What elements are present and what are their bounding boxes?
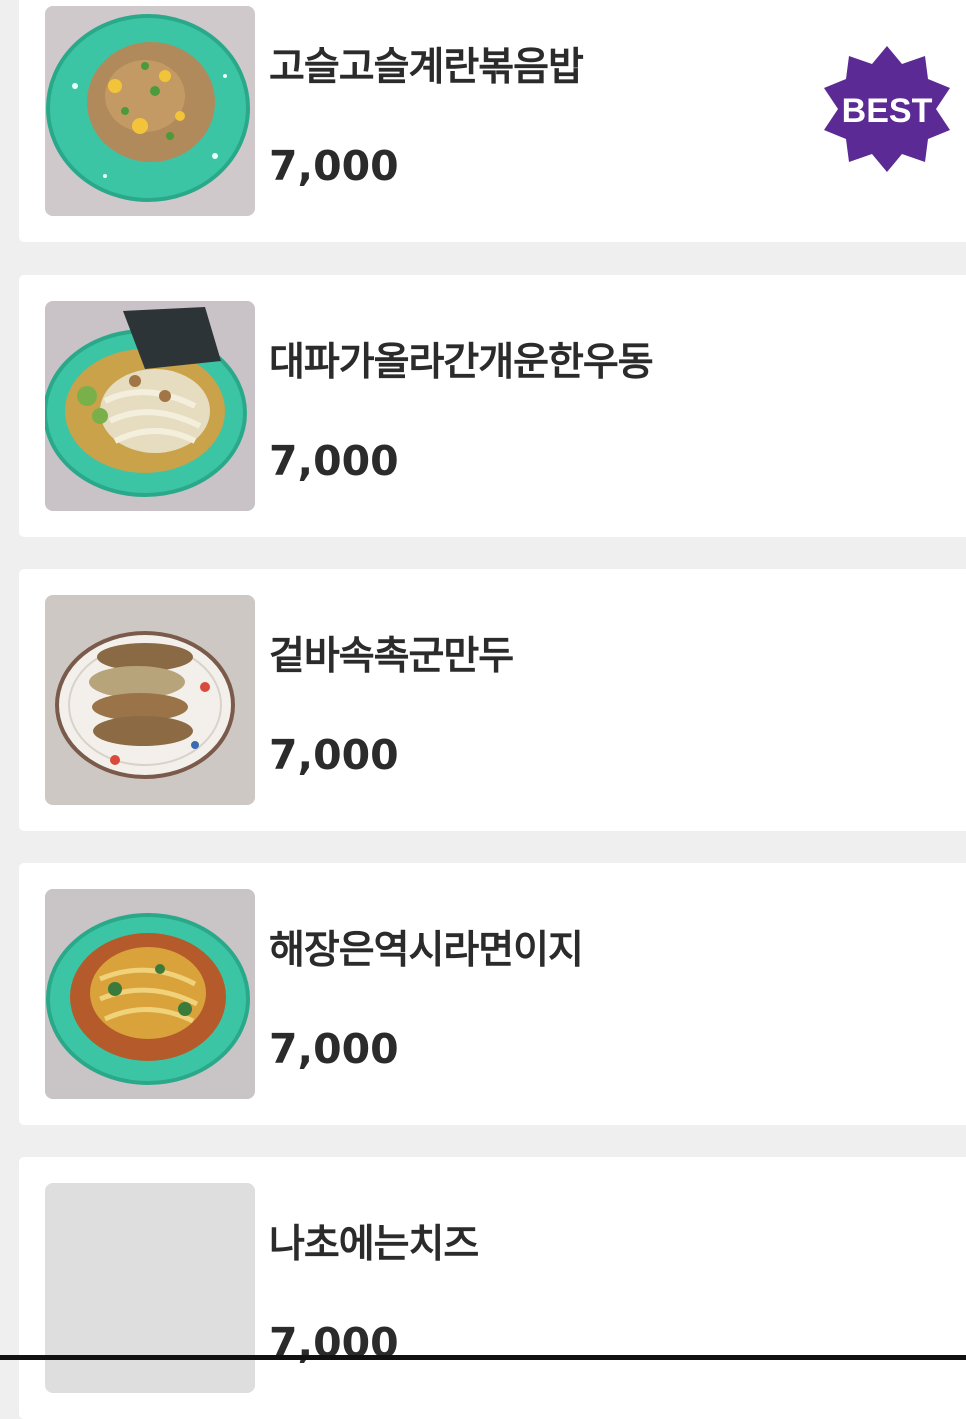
screen-bottom-edge (0, 1355, 966, 1360)
item-name: 해장은역시라면이지 (269, 928, 584, 973)
best-badge: BEST (818, 46, 956, 176)
ramen-photo (45, 889, 255, 1099)
fried-rice-photo (45, 6, 255, 216)
menu-item-card[interactable]: 해장은역시라면이지 7,000 (19, 863, 966, 1125)
item-price: 7,000 (269, 142, 399, 190)
item-price: 7,000 (269, 1025, 399, 1073)
item-price: 7,000 (269, 437, 399, 485)
item-name: 대파가올라간개운한우동 (269, 340, 654, 385)
menu-item-card[interactable]: 고슬고슬계란볶음밥 7,000 BEST (19, 0, 966, 242)
menu-list: 고슬고슬계란볶음밥 7,000 BEST 대파가올라간개운한우동 7,000 겉… (0, 0, 966, 1419)
menu-item-card[interactable]: 나초에는치즈 7,000 (19, 1157, 966, 1419)
udon-photo (45, 301, 255, 511)
image-placeholder (45, 1183, 255, 1393)
menu-item-card[interactable]: 겉바속촉군만두 7,000 (19, 569, 966, 831)
item-name: 겉바속촉군만두 (269, 634, 514, 679)
item-price: 7,000 (269, 731, 399, 779)
fried-dumplings-photo (45, 595, 255, 805)
item-name: 나초에는치즈 (269, 1222, 479, 1267)
item-name: 고슬고슬계란볶음밥 (269, 45, 584, 90)
best-badge-label: BEST (841, 92, 933, 130)
menu-item-card[interactable]: 대파가올라간개운한우동 7,000 (19, 275, 966, 537)
